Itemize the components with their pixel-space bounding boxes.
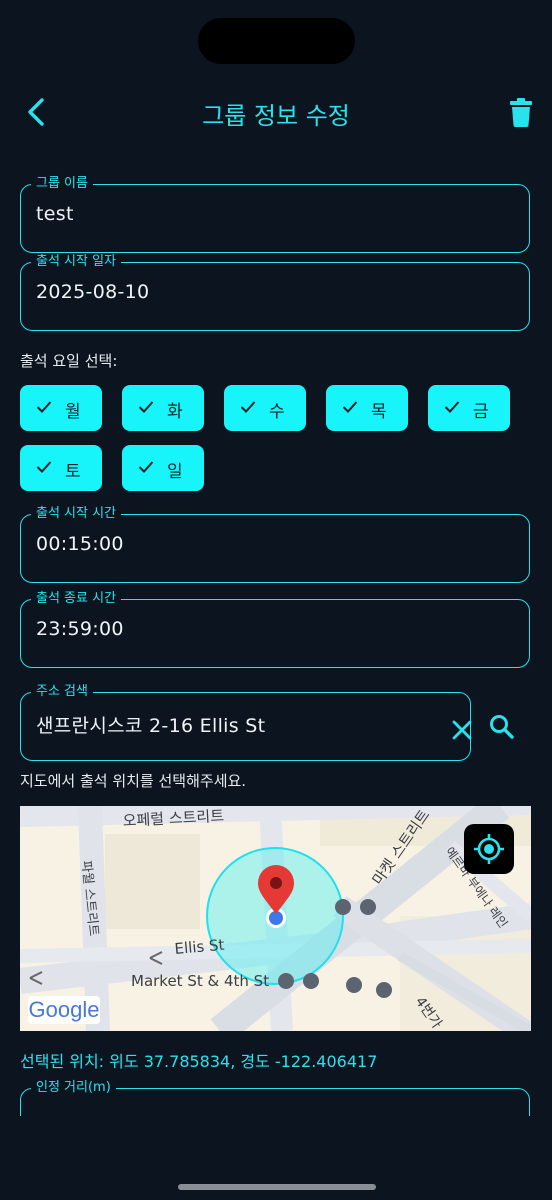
my-location-button[interactable] xyxy=(464,824,514,874)
location-map[interactable]: 오페럴 스트리트 마켓 스트리트 파월 스트리트 Ellis St Market… xyxy=(20,806,531,1031)
start-time-label: 출석 시작 시간 xyxy=(31,505,122,523)
end-time-label: 출석 종료 시간 xyxy=(31,590,122,608)
address-search-input[interactable]: 샌프란시스코 2-16 Ellis St xyxy=(36,711,265,738)
start-date-value[interactable]: 2025-08-10 xyxy=(36,281,149,303)
day-chip-label: 일 xyxy=(167,462,183,482)
check-icon xyxy=(342,401,358,413)
google-logo: Google xyxy=(28,996,100,1024)
start-date-field[interactable]: 출석 시작 일자 2025-08-10 xyxy=(20,253,530,331)
group-name-value[interactable]: test xyxy=(36,203,74,225)
group-name-field[interactable]: 그룹 이름 test xyxy=(20,175,530,253)
check-icon xyxy=(138,461,154,473)
selected-location: 선택된 위치: 위도 37.785834, 경도 -122.406417 xyxy=(20,1052,378,1071)
day-chip-tue[interactable]: 화 xyxy=(122,385,204,431)
start-time-field[interactable]: 출석 시작 시간 00:15:00 xyxy=(20,505,530,583)
group-name-label: 그룹 이름 xyxy=(31,175,93,193)
day-chip-label: 월 xyxy=(65,402,81,422)
radius-label: 인정 거리(m) xyxy=(31,1079,116,1097)
address-search-field[interactable]: 주소 검색 샌프란시스코 2-16 Ellis St xyxy=(20,683,472,761)
street-label-market-4th: Market St & 4th St xyxy=(131,972,269,990)
trash-icon xyxy=(510,98,532,127)
start-time-value[interactable]: 00:15:00 xyxy=(36,533,124,555)
day-chip-sun[interactable]: 일 xyxy=(122,445,204,491)
check-icon xyxy=(138,401,154,413)
device-notch xyxy=(198,18,355,64)
day-chip-label: 목 xyxy=(371,402,387,422)
days-label: 출석 요일 선택: xyxy=(20,352,118,370)
end-time-value[interactable]: 23:59:00 xyxy=(36,618,124,640)
day-chip-label: 토 xyxy=(65,462,81,482)
check-icon xyxy=(444,401,460,413)
day-chip-wed[interactable]: 수 xyxy=(224,385,306,431)
check-icon xyxy=(240,401,256,413)
check-icon xyxy=(36,461,52,473)
day-chip-mon[interactable]: 월 xyxy=(20,385,102,431)
my-location-icon xyxy=(474,834,504,864)
day-chip-fri[interactable]: 금 xyxy=(428,385,510,431)
check-icon xyxy=(36,401,52,413)
day-chip-thu[interactable]: 목 xyxy=(326,385,408,431)
address-search-label: 주소 검색 xyxy=(31,683,93,701)
google-logo-text: Google xyxy=(28,997,100,1022)
start-date-label: 출석 시작 일자 xyxy=(31,253,122,271)
day-chip-label: 수 xyxy=(269,402,285,422)
end-time-field[interactable]: 출석 종료 시간 23:59:00 xyxy=(20,590,530,668)
clear-button[interactable] xyxy=(449,717,475,743)
close-icon xyxy=(452,720,472,740)
delete-button[interactable] xyxy=(508,98,536,128)
page-title: 그룹 정보 수정 xyxy=(202,102,350,130)
header: 그룹 정보 수정 xyxy=(0,86,552,138)
home-indicator[interactable] xyxy=(178,1184,376,1190)
day-chip-label: 화 xyxy=(167,402,183,422)
day-chip-sat[interactable]: 토 xyxy=(20,445,102,491)
search-icon xyxy=(490,715,514,739)
map-hint: 지도에서 출석 위치를 선택해주세요. xyxy=(20,772,247,790)
day-chip-label: 금 xyxy=(473,402,489,422)
search-button[interactable] xyxy=(488,713,516,741)
